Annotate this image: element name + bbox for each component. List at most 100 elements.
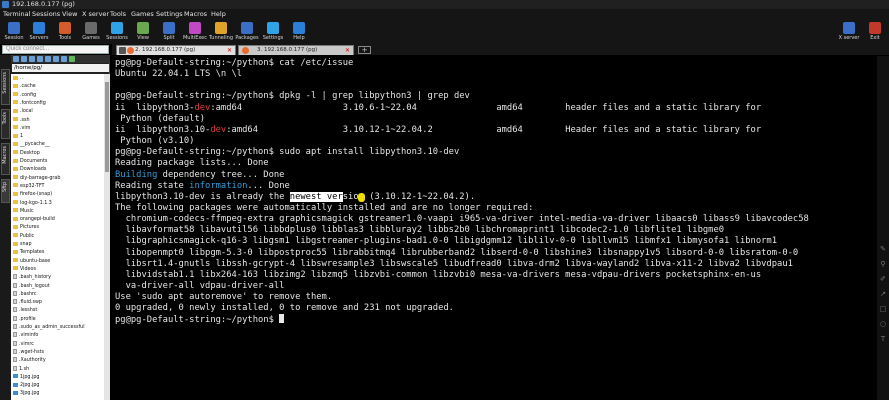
file-name: .bashrc <box>19 291 37 297</box>
file-list-item[interactable]: firefox-(snap) <box>13 191 103 199</box>
file-list-item[interactable]: Videos <box>13 266 103 274</box>
terminal-text: dependency tree... Done <box>157 169 285 180</box>
file-list-item[interactable]: .. <box>13 75 103 83</box>
file-list-item[interactable]: esp32-TFT <box>13 183 103 191</box>
file-list-item[interactable]: .bashrc <box>13 290 103 299</box>
sidetab-tools[interactable]: Tools <box>1 109 10 139</box>
settings-button[interactable]: Settings <box>259 21 287 43</box>
file-list-item[interactable]: Public <box>13 233 103 241</box>
file-list-item[interactable]: 1jpg.jpg <box>13 374 103 382</box>
menu-tools[interactable]: Tools <box>110 9 126 20</box>
file-list-item[interactable]: .viminfo <box>13 332 103 340</box>
file-list-item[interactable]: .config <box>13 92 103 100</box>
file-list-item[interactable]: Pictures <box>13 224 103 232</box>
follow-terminal-icon[interactable] <box>69 56 75 62</box>
pen-icon[interactable]: ✎ <box>879 246 887 253</box>
new-file-icon[interactable] <box>45 56 51 62</box>
file-list-item[interactable]: .Xauthority <box>13 357 103 365</box>
file-list-item[interactable]: .bash_logout <box>13 282 103 291</box>
menu-help[interactable]: Help <box>211 9 226 20</box>
file-list-item[interactable]: .fluid.swp <box>13 299 103 307</box>
terminal-output[interactable]: pg@pg-Default-string:~/python$ cat /etc/… <box>113 56 877 400</box>
multiexec-button[interactable]: MultiExec <box>181 21 209 43</box>
file-list-item[interactable]: .ssh <box>13 117 103 125</box>
file-list-item[interactable]: Downloads <box>13 166 103 174</box>
sessions-icon <box>111 22 123 34</box>
marker-icon[interactable]: ✐ <box>879 276 887 283</box>
file-list-item[interactable]: .vim <box>13 125 103 133</box>
square-icon[interactable]: □ <box>879 306 887 313</box>
file-list-item[interactable]: 1 <box>13 133 103 141</box>
tunneling-button[interactable]: Tunneling <box>207 21 235 43</box>
close-icon[interactable]: ✕ <box>227 46 232 55</box>
file-list-item[interactable]: Templates <box>13 249 103 257</box>
tab-session-2[interactable]: 2. 192.168.0.177 (pg) ✕ <box>116 45 236 55</box>
file-list-item[interactable]: .sudo_as_admin_successful <box>13 324 103 332</box>
sftp-path-input[interactable]: /home/pg/ <box>12 64 109 72</box>
menu-macros[interactable]: Macros <box>184 9 207 20</box>
new-folder-icon[interactable] <box>53 56 59 62</box>
menu-games[interactable]: Games <box>131 9 154 20</box>
sidetab-macros[interactable]: Macros <box>1 143 10 175</box>
delete-icon[interactable] <box>61 56 67 62</box>
file-list-item[interactable]: log-kgo-1.1.3 <box>13 200 103 208</box>
scrollbar-thumb[interactable] <box>105 82 109 172</box>
file-list-item[interactable]: .profile <box>13 315 103 324</box>
menu-sessions[interactable]: Sessions <box>32 9 60 20</box>
upload-icon[interactable] <box>37 56 43 62</box>
file-list-item[interactable]: Documents <box>13 158 103 166</box>
file-name: Documents <box>20 159 48 164</box>
file-list-item[interactable]: .fontconfig <box>13 100 103 108</box>
up-folder-icon[interactable] <box>13 56 19 62</box>
games-button[interactable]: Games <box>77 21 105 43</box>
file-list-item[interactable]: Desktop <box>13 150 103 158</box>
packages-button[interactable]: Packages <box>233 21 261 43</box>
sidetab-sftp[interactable]: Sftp <box>1 179 10 203</box>
file-list-item[interactable]: .lesshst <box>13 307 103 315</box>
text-icon[interactable]: T <box>879 336 887 343</box>
xserver-button[interactable]: X server <box>835 21 863 43</box>
file-list-item[interactable]: snap <box>13 241 103 249</box>
split-button[interactable]: Split <box>155 21 183 43</box>
tab-session-3[interactable]: 3. 192.168.0.177 (pg) ✕ <box>238 45 354 55</box>
menu-settings[interactable]: Settings <box>156 9 183 20</box>
file-list-item[interactable]: 1.sh <box>13 365 103 374</box>
file-list-item[interactable]: .bash_history <box>13 274 103 282</box>
file-list-item[interactable]: 3jpg.jpg <box>13 390 103 398</box>
file-list-item[interactable]: .vimrc <box>13 340 103 349</box>
quick-connect-input[interactable]: Quick connect... <box>2 45 109 54</box>
file-list-item[interactable]: .local <box>13 108 103 116</box>
refresh-icon[interactable] <box>21 56 27 62</box>
file-list-item[interactable]: 2jpg.jpg <box>13 382 103 390</box>
folder-icon <box>13 75 18 80</box>
games-label: Games <box>82 35 100 41</box>
terminal-text: pg@pg-Default-string:~/python$ dpkg -l |… <box>115 91 470 102</box>
session-button[interactable]: Session <box>0 21 28 43</box>
sftp-scrollbar[interactable] <box>104 74 110 400</box>
file-list-item[interactable]: diy-barrage-grab <box>13 175 103 183</box>
menu-xserver[interactable]: X server <box>82 9 109 20</box>
close-icon[interactable]: ✕ <box>345 46 350 55</box>
menu-view[interactable]: View <box>62 9 77 20</box>
view-button[interactable]: View <box>129 21 157 43</box>
servers-button[interactable]: Servers <box>25 21 53 43</box>
new-tab-button[interactable]: + <box>358 46 371 54</box>
download-icon[interactable] <box>29 56 35 62</box>
file-list-item[interactable]: ubuntu-base <box>13 258 103 266</box>
exit-button[interactable]: Exit <box>861 21 889 43</box>
sessions-button[interactable]: Sessions <box>103 21 131 43</box>
file-name: log-kgo-1.1.3 <box>20 200 52 206</box>
sidetab-sessions[interactable]: Sessions <box>1 69 10 105</box>
file-list-item[interactable]: .wget-hsts <box>13 348 103 357</box>
arrow-icon[interactable]: ↗ <box>879 291 887 298</box>
file-list-item[interactable]: Music <box>13 208 103 216</box>
circle-icon[interactable]: ○ <box>879 321 887 328</box>
pin-icon[interactable]: ⚲ <box>879 261 887 268</box>
menu-terminal[interactable]: Terminal <box>3 9 30 20</box>
file-list-item[interactable]: orangepi-build <box>13 216 103 224</box>
terminal-text: ... Done <box>247 180 290 191</box>
file-list-item[interactable]: .cache <box>13 83 103 91</box>
tools-button[interactable]: Tools <box>51 21 79 43</box>
file-list-item[interactable]: __pycache__ <box>13 141 103 149</box>
help-button[interactable]: Help <box>285 21 313 43</box>
